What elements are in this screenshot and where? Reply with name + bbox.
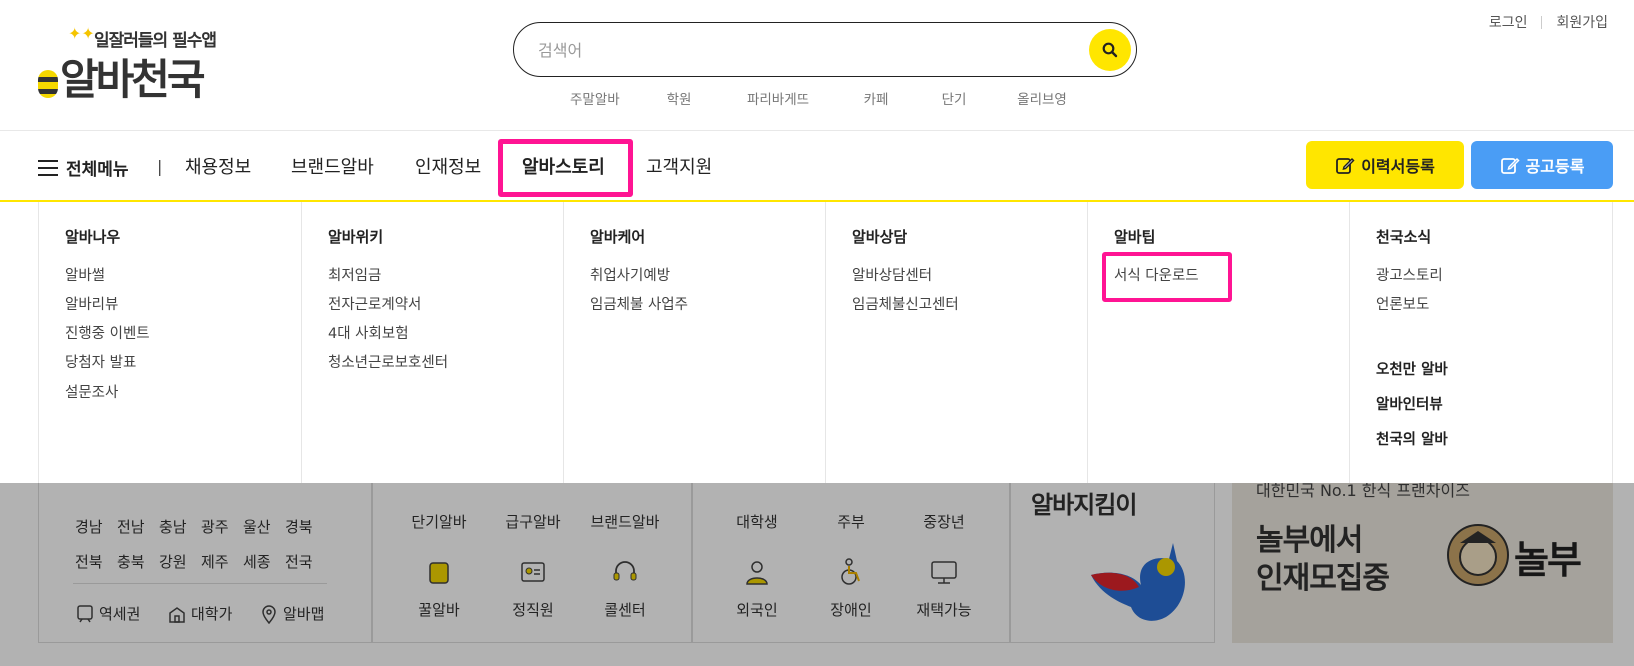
menu-link[interactable]: 4대 사회보험 [328,322,409,343]
menu-link[interactable]: 임금체불 사업주 [590,293,688,314]
edit-icon [1336,157,1355,174]
story-mega-menu: 알바나우 알바썰 알바리뷰 진행중 이벤트 당첨자 발표 설문조사 알바위키 최… [0,202,1634,483]
search-button[interactable] [1089,29,1131,71]
menu-link[interactable]: 임금체불신고센터 [852,293,959,314]
menu-link[interactable]: 당첨자 발표 [65,351,136,372]
nav-item-story-label: 알바스토리 [522,157,605,178]
search-input[interactable] [538,33,1058,67]
menu-link[interactable]: 최저임금 [328,264,381,285]
all-menu-label: 전체메뉴 [66,160,129,180]
menu-link[interactable]: 전자근로계약서 [328,293,421,314]
signup-link[interactable]: 회원가입 [1556,12,1608,32]
popular-keyword[interactable]: 올리브영 [994,88,1090,108]
all-menu-button[interactable]: 전체메뉴 [38,155,129,180]
login-link[interactable]: 로그인 [1489,12,1528,32]
edit-icon [1500,157,1520,174]
menu-link[interactable]: 천국의 알바 [1376,428,1448,449]
menu-column-wiki: 알바위키 최저임금 전자근로계약서 4대 사회보험 청소년근로보호센터 [301,202,563,483]
nav-item-jobs[interactable]: 채용정보 [185,153,251,179]
menu-column-tip: 알바팁 서식 다운로드 [1087,202,1349,483]
menu-link[interactable]: 광고스토리 [1376,264,1443,285]
sparkle-icon: ✦✦ [68,24,95,43]
bee-icon [38,70,58,98]
popular-keyword[interactable]: 주말알바 [570,88,640,108]
site-header: ✦✦ 일잘러들의 필수앱 알바천국 주말알바 학원 파리바게뜨 카페 단기 올리… [0,0,1634,130]
search-bar [513,22,1137,77]
column-title: 알바케어 [590,228,646,246]
menu-link[interactable]: 오천만 알바 [1376,358,1448,379]
divider [1541,15,1543,29]
popular-keyword[interactable]: 단기 [914,88,994,108]
popular-keywords: 주말알바 학원 파리바게뜨 카페 단기 올리브영 [570,88,1090,108]
menu-column-care: 알바케어 취업사기예방 임금체불 사업주 [563,202,825,483]
menu-link[interactable]: 알바상담센터 [852,264,932,285]
menu-link[interactable]: 진행중 이벤트 [65,322,150,343]
popular-keyword[interactable]: 학원 [640,88,718,108]
menu-column-news: 천국소식 광고스토리 언론보도 오천만 알바 알바인터뷰 천국의 알바 [1349,202,1612,483]
menu-link[interactable]: 언론보도 [1376,293,1429,314]
column-title: 알바나우 [65,228,121,246]
nav-item-story[interactable]: 알바스토리 [522,153,605,179]
logo-brand: 알바천국 [60,55,206,104]
site-logo[interactable]: ✦✦ 일잘러들의 필수앱 알바천국 [38,24,228,104]
menu-link[interactable]: 알바리뷰 [65,293,118,314]
resume-register-button[interactable]: 이력서등록 [1306,141,1464,189]
nav-separator: | [157,157,163,176]
nav-item-brand[interactable]: 브랜드알바 [291,153,374,179]
menu-link[interactable]: 취업사기예방 [590,264,670,285]
hamburger-icon [38,159,58,176]
popular-keyword[interactable]: 카페 [838,88,914,108]
menu-link[interactable]: 설문조사 [65,381,118,402]
column-title: 알바상담 [852,228,908,246]
nav-item-talent[interactable]: 인재정보 [415,153,481,179]
job-post-label: 공고등록 [1525,157,1585,176]
nav-item-support[interactable]: 고객지원 [646,153,712,179]
divider [1612,202,1613,483]
menu-column-counsel: 알바상담 알바상담센터 임금체불신고센터 [825,202,1087,483]
resume-register-label: 이력서등록 [1361,157,1435,176]
menu-link[interactable]: 청소년근로보호센터 [328,351,448,372]
menu-link[interactable]: 알바썰 [65,264,105,285]
dim-overlay [0,483,1634,666]
menu-link[interactable]: 알바인터뷰 [1376,393,1443,414]
menu-column-now: 알바나우 알바썰 알바리뷰 진행중 이벤트 당첨자 발표 설문조사 [38,202,301,483]
search-icon [1102,42,1118,58]
column-title: 천국소식 [1376,228,1432,246]
form-download-highlight-box [1102,252,1232,302]
column-title: 알바위키 [328,228,384,246]
popular-keyword[interactable]: 파리바게뜨 [718,88,838,108]
job-post-button[interactable]: 공고등록 [1471,141,1613,189]
auth-links: 로그인 회원가입 [1489,12,1608,32]
column-title: 알바팁 [1114,228,1156,246]
main-nav: 전체메뉴 | 채용정보 브랜드알바 인재정보 알바스토리 고객지원 이력서등록 … [0,130,1634,202]
